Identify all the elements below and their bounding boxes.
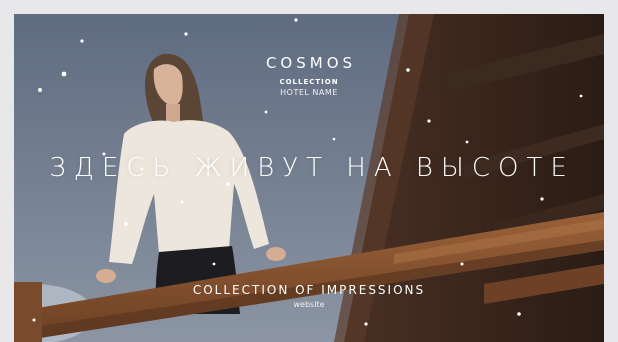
brand-logo[interactable]: COSMOS COLLECTION HOTEL NAME	[14, 54, 604, 97]
brand-collection: COLLECTION	[279, 78, 339, 86]
hero-headline: ЗДЕСЬ ЖИВУТ НА ВЫСОТЕ	[49, 153, 575, 183]
page-frame: COSMOS COLLECTION HOTEL NAME ЗДЕСЬ ЖИВУТ…	[0, 0, 618, 342]
brand-hotel-name: HOTEL NAME	[280, 88, 338, 97]
hero-footer: COLLECTION OF IMPRESSIONS website	[14, 283, 604, 309]
hero-banner[interactable]: COSMOS COLLECTION HOTEL NAME ЗДЕСЬ ЖИВУТ…	[14, 14, 604, 342]
website-label[interactable]: website	[14, 300, 604, 309]
brand-name: COSMOS	[265, 54, 357, 72]
hero-tagline: COLLECTION OF IMPRESSIONS	[192, 283, 426, 297]
